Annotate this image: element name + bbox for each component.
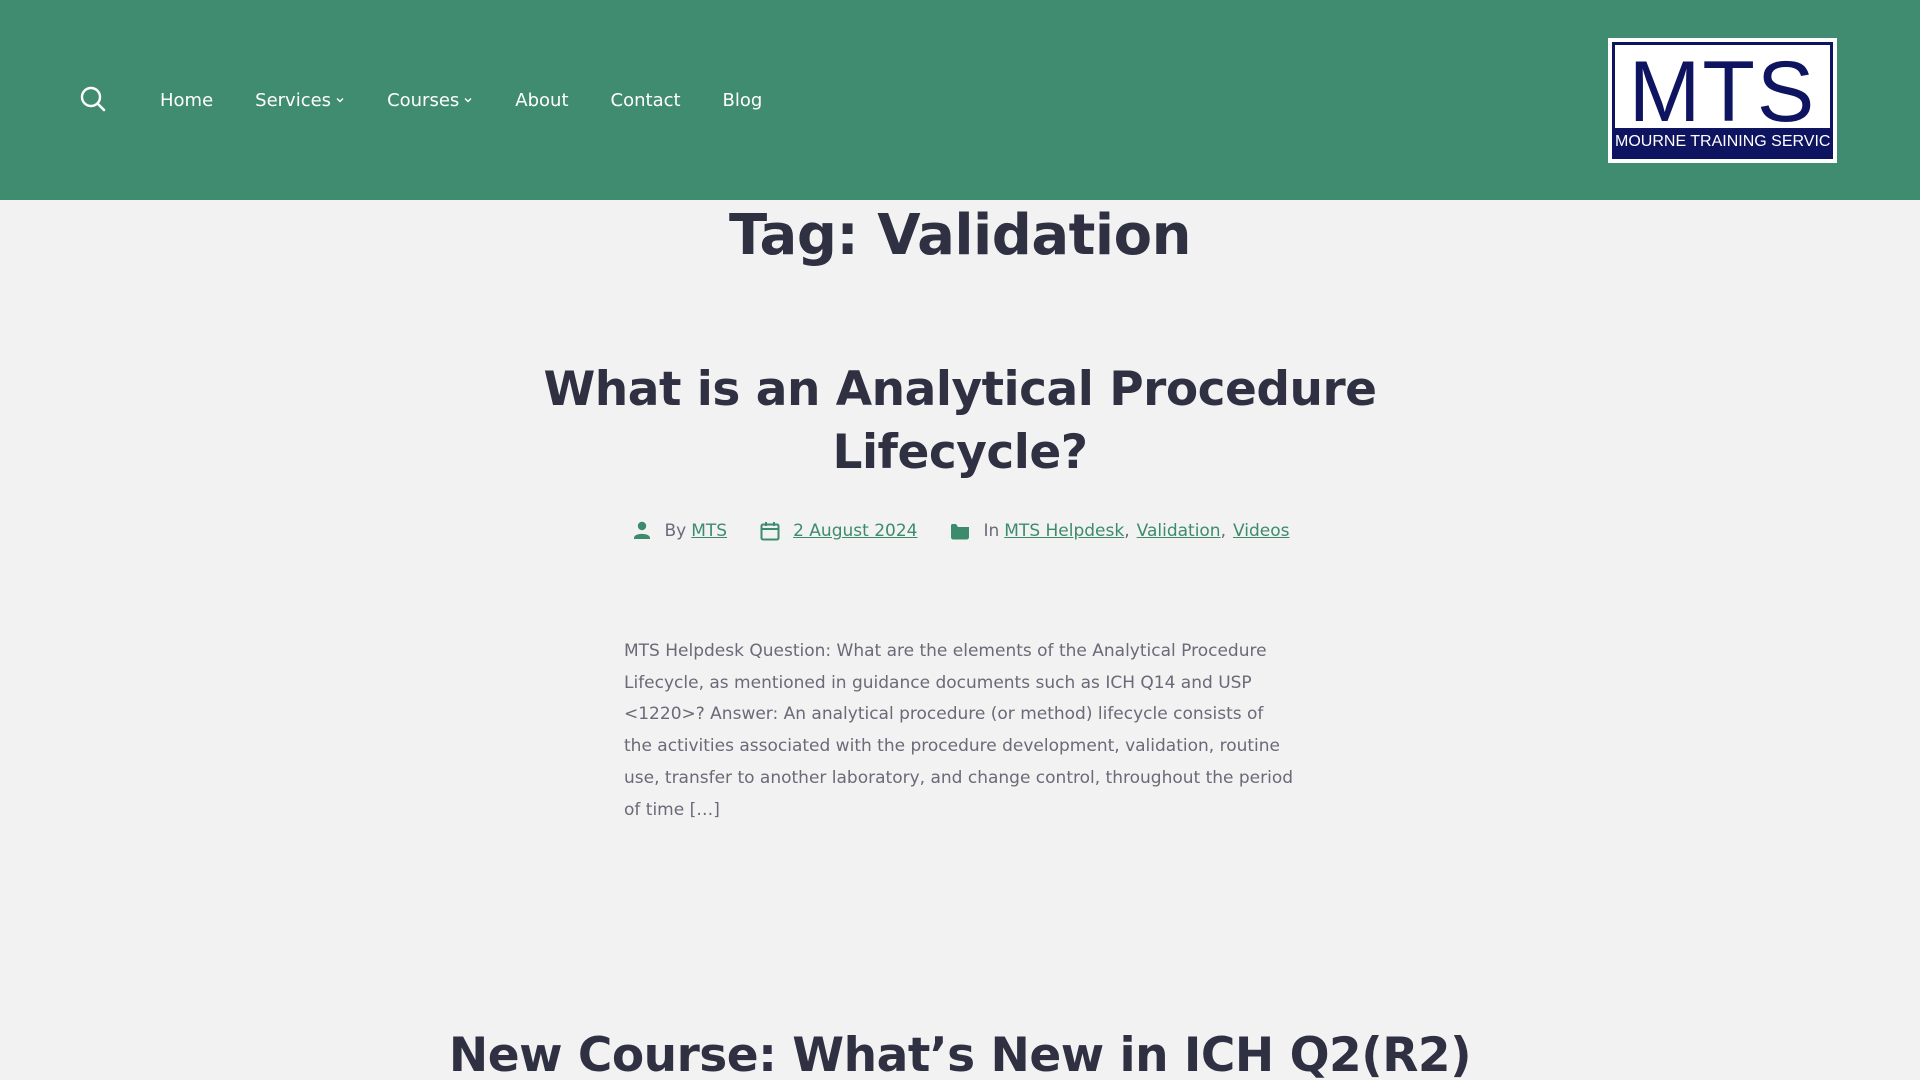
next-post-title-link[interactable]: New Course: What’s New in ICH Q2(R2) <box>0 1024 1920 1080</box>
archive-title: Tag: Validation <box>729 203 1191 268</box>
nav-item-services[interactable]: Services <box>255 90 345 111</box>
nav-item-home[interactable]: Home <box>160 90 213 111</box>
category-separator: , <box>1220 521 1226 541</box>
post-categories: In MTS Helpdesk , Validation , Videos <box>949 520 1290 542</box>
search-icon[interactable] <box>78 84 108 114</box>
post-author: By MTS <box>631 520 727 542</box>
category-separator: , <box>1124 521 1130 541</box>
category-link-validation[interactable]: Validation <box>1137 521 1221 541</box>
calendar-icon <box>759 520 781 542</box>
nav-item-label: Courses <box>387 89 460 111</box>
nav-item-label: Services <box>255 89 332 111</box>
primary-nav: Home Services Courses About Contact Blog <box>160 86 804 114</box>
logo-mark: MTS <box>1628 44 1817 140</box>
post-excerpt: MTS Helpdesk Question: What are the elem… <box>624 641 1294 820</box>
categories-prefix: In <box>983 521 1000 541</box>
post-meta: By MTS 2 August 2024 In MTS Helpdesk , V… <box>0 516 1920 546</box>
logo-frame: MTS MOURNE TRAINING SERVICES <box>1612 42 1833 159</box>
logo-tagline: MOURNE TRAINING SERVICES <box>1615 128 1830 156</box>
author-prefix: By <box>664 521 687 541</box>
category-link-helpdesk[interactable]: MTS Helpdesk <box>1004 521 1124 541</box>
nav-item-label: Home <box>160 89 214 111</box>
date-link[interactable]: 2 August 2024 <box>793 521 917 541</box>
nav-item-label: Blog <box>722 89 763 111</box>
folder-icon <box>949 520 971 542</box>
post-title-link[interactable]: What is an Analytical Procedure Lifecycl… <box>460 358 1460 484</box>
site-header: Home Services Courses About Contact Blog… <box>0 0 1920 200</box>
nav-item-label: About <box>515 89 569 111</box>
nav-item-blog[interactable]: Blog <box>723 90 763 111</box>
nav-item-about[interactable]: About <box>515 90 568 111</box>
author-link[interactable]: MTS <box>691 521 727 541</box>
chevron-down-icon <box>463 95 473 105</box>
nav-item-label: Contact <box>610 89 681 111</box>
nav-item-contact[interactable]: Contact <box>611 90 681 111</box>
chevron-down-icon <box>335 95 345 105</box>
post-date: 2 August 2024 <box>759 520 917 542</box>
nav-item-courses[interactable]: Courses <box>387 90 473 111</box>
site-logo[interactable]: MTS MOURNE TRAINING SERVICES <box>1608 38 1837 163</box>
category-link-videos[interactable]: Videos <box>1233 521 1290 541</box>
user-icon <box>631 520 653 542</box>
